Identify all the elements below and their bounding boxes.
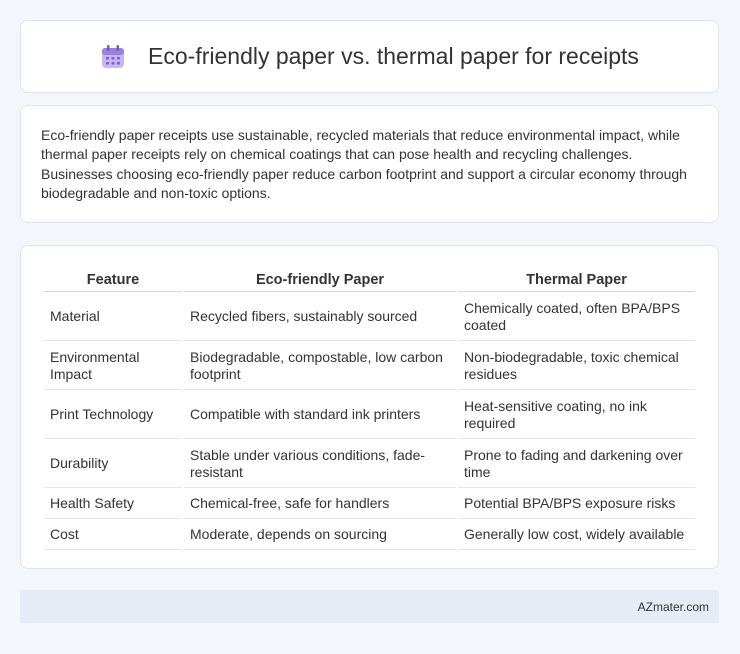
eco-cell: Moderate, depends on sourcing xyxy=(184,521,456,550)
table-row: Cost Moderate, depends on sourcing Gener… xyxy=(44,521,695,550)
header-feature: Feature xyxy=(44,268,182,292)
thermal-cell: Non-biodegradable, toxic chemical residu… xyxy=(458,343,695,390)
table-row: Material Recycled fibers, sustainably so… xyxy=(44,294,695,341)
comparison-card: Feature Eco-friendly Paper Thermal Paper… xyxy=(20,245,719,569)
header-eco-friendly-paper: Eco-friendly Paper xyxy=(184,268,456,292)
intro-card: Eco-friendly paper receipts use sustaina… xyxy=(20,105,719,223)
eco-cell: Stable under various conditions, fade-re… xyxy=(184,441,456,488)
table-row: Environmental Impact Biodegradable, comp… xyxy=(44,343,695,390)
feature-cell: Durability xyxy=(44,441,182,488)
intro-text: Eco-friendly paper receipts use sustaina… xyxy=(41,127,687,201)
thermal-cell: Potential BPA/BPS exposure risks xyxy=(458,490,695,519)
eco-cell: Compatible with standard ink printers xyxy=(184,392,456,439)
feature-cell: Health Safety xyxy=(44,490,182,519)
title-card: Eco-friendly paper vs. thermal paper for… xyxy=(20,20,719,93)
thermal-cell: Heat-sensitive coating, no ink required xyxy=(458,392,695,439)
feature-cell: Environmental Impact xyxy=(44,343,182,390)
table-row: Print Technology Compatible with standar… xyxy=(44,392,695,439)
footer-bar: AZmater.com xyxy=(20,590,719,623)
thermal-cell: Generally low cost, widely available xyxy=(458,521,695,550)
footer-brand[interactable]: AZmater.com xyxy=(638,600,709,614)
eco-cell: Biodegradable, compostable, low carbon f… xyxy=(184,343,456,390)
thermal-cell: Chemically coated, often BPA/BPS coated xyxy=(458,294,695,341)
eco-cell: Recycled fibers, sustainably sourced xyxy=(184,294,456,341)
feature-cell: Material xyxy=(44,294,182,341)
feature-cell: Print Technology xyxy=(44,392,182,439)
table-header-row: Feature Eco-friendly Paper Thermal Paper xyxy=(44,268,695,292)
page-title: Eco-friendly paper vs. thermal paper for… xyxy=(148,43,639,69)
table-row: Durability Stable under various conditio… xyxy=(44,441,695,488)
feature-cell: Cost xyxy=(44,521,182,550)
thermal-cell: Prone to fading and darkening over time xyxy=(458,441,695,488)
comparison-table: Feature Eco-friendly Paper Thermal Paper… xyxy=(42,266,697,552)
header-thermal-paper: Thermal Paper xyxy=(458,268,695,292)
eco-cell: Chemical-free, safe for handlers xyxy=(184,490,456,519)
calendar-icon xyxy=(102,44,125,68)
table-row: Health Safety Chemical-free, safe for ha… xyxy=(44,490,695,519)
